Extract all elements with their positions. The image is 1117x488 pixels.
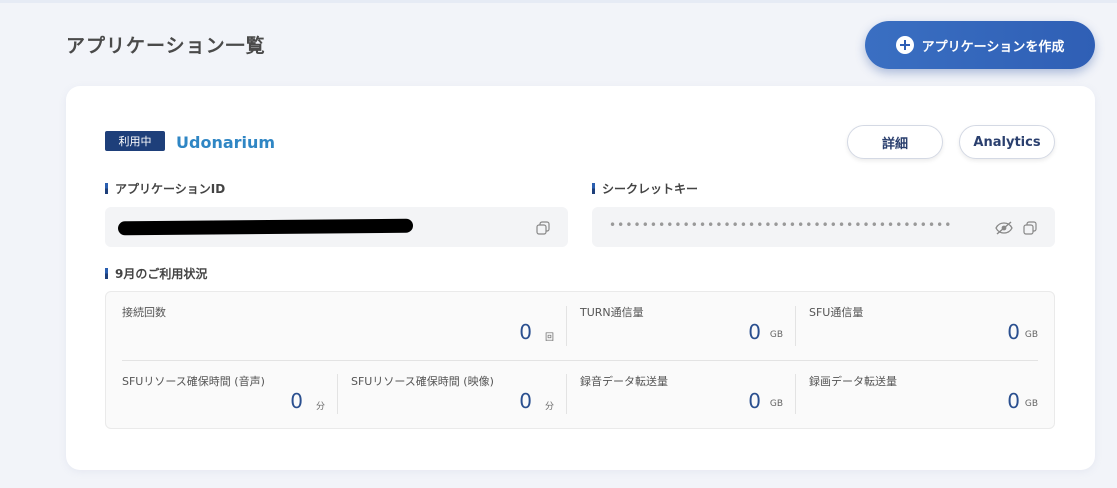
analytics-button[interactable]: Analytics bbox=[959, 125, 1055, 159]
application-name[interactable]: Udonarium bbox=[176, 133, 275, 152]
redacted-application-id bbox=[118, 218, 413, 236]
section-marker bbox=[592, 183, 595, 194]
stat-unit: 回 bbox=[544, 333, 554, 343]
secret-key-label: シークレットキー bbox=[592, 180, 698, 197]
top-border bbox=[0, 0, 1117, 3]
section-marker bbox=[105, 268, 108, 279]
plus-icon bbox=[895, 36, 914, 54]
stat-unit: GB bbox=[769, 399, 783, 409]
usage-title-text: 9月のご利用状況 bbox=[115, 267, 208, 281]
copy-icon[interactable] bbox=[1023, 220, 1037, 239]
stat-connections: 接続回数 0 回 bbox=[106, 292, 566, 348]
stat-value: 0 bbox=[1007, 389, 1020, 413]
usage-stats-panel: 接続回数 0 回 TURN通信量 0 GB SFU通信量 0 GB SFUリソー… bbox=[105, 291, 1055, 429]
copy-icon[interactable] bbox=[536, 220, 550, 239]
stat-value: 0 bbox=[519, 389, 532, 413]
stat-value: 0 bbox=[519, 320, 532, 344]
stat-sfu-audio-time: SFUリソース確保時間 (音声) 0 分 bbox=[106, 361, 337, 417]
stat-unit: 分 bbox=[315, 402, 325, 412]
stat-unit: GB bbox=[769, 330, 783, 340]
secret-key-label-text: シークレットキー bbox=[602, 182, 699, 196]
stat-label: SFU通信量 bbox=[809, 306, 864, 319]
stat-sfu: SFU通信量 0 GB bbox=[795, 292, 1054, 348]
usage-title: 9月のご利用状況 bbox=[105, 265, 207, 282]
stat-unit: GB bbox=[1024, 330, 1038, 340]
application-id-label-text: アプリケーションID bbox=[115, 182, 226, 196]
stat-unit: 分 bbox=[544, 402, 554, 412]
eye-off-icon[interactable] bbox=[995, 220, 1013, 239]
stat-unit: GB bbox=[1024, 399, 1038, 409]
page-title: アプリケーション一覧 bbox=[66, 35, 266, 57]
application-card: 利用中 Udonarium 詳細 Analytics アプリケーションID シー… bbox=[66, 86, 1095, 470]
stat-label: 接続回数 bbox=[122, 306, 166, 319]
secret-key-field[interactable]: ••••••••••••••••••••••••••••••••••••••••… bbox=[592, 207, 1055, 247]
stat-value: 0 bbox=[290, 389, 303, 413]
stat-label: 録画データ転送量 bbox=[809, 375, 897, 388]
create-application-label: アプリケーションを作成 bbox=[921, 39, 1065, 55]
secret-key-masked: ••••••••••••••••••••••••••••••••••••••••… bbox=[609, 218, 953, 232]
stat-video-transfer: 録画データ転送量 0 GB bbox=[795, 361, 1054, 417]
section-marker bbox=[105, 183, 108, 194]
application-id-label: アプリケーションID bbox=[105, 180, 225, 197]
stat-label: SFUリソース確保時間 (映像) bbox=[351, 375, 494, 388]
stat-turn: TURN通信量 0 GB bbox=[566, 292, 795, 348]
stat-value: 0 bbox=[748, 320, 761, 344]
application-id-field[interactable] bbox=[105, 207, 568, 247]
stat-label: SFUリソース確保時間 (音声) bbox=[122, 375, 265, 388]
stat-value: 0 bbox=[748, 389, 761, 413]
detail-button[interactable]: 詳細 bbox=[847, 125, 943, 159]
stat-sfu-video-time: SFUリソース確保時間 (映像) 0 分 bbox=[337, 361, 566, 417]
stat-label: TURN通信量 bbox=[580, 306, 644, 319]
stat-audio-transfer: 録音データ転送量 0 GB bbox=[566, 361, 795, 417]
stat-label: 録音データ転送量 bbox=[580, 375, 668, 388]
create-application-button[interactable]: アプリケーションを作成 bbox=[865, 21, 1095, 69]
stat-value: 0 bbox=[1007, 320, 1020, 344]
status-badge: 利用中 bbox=[105, 131, 165, 151]
